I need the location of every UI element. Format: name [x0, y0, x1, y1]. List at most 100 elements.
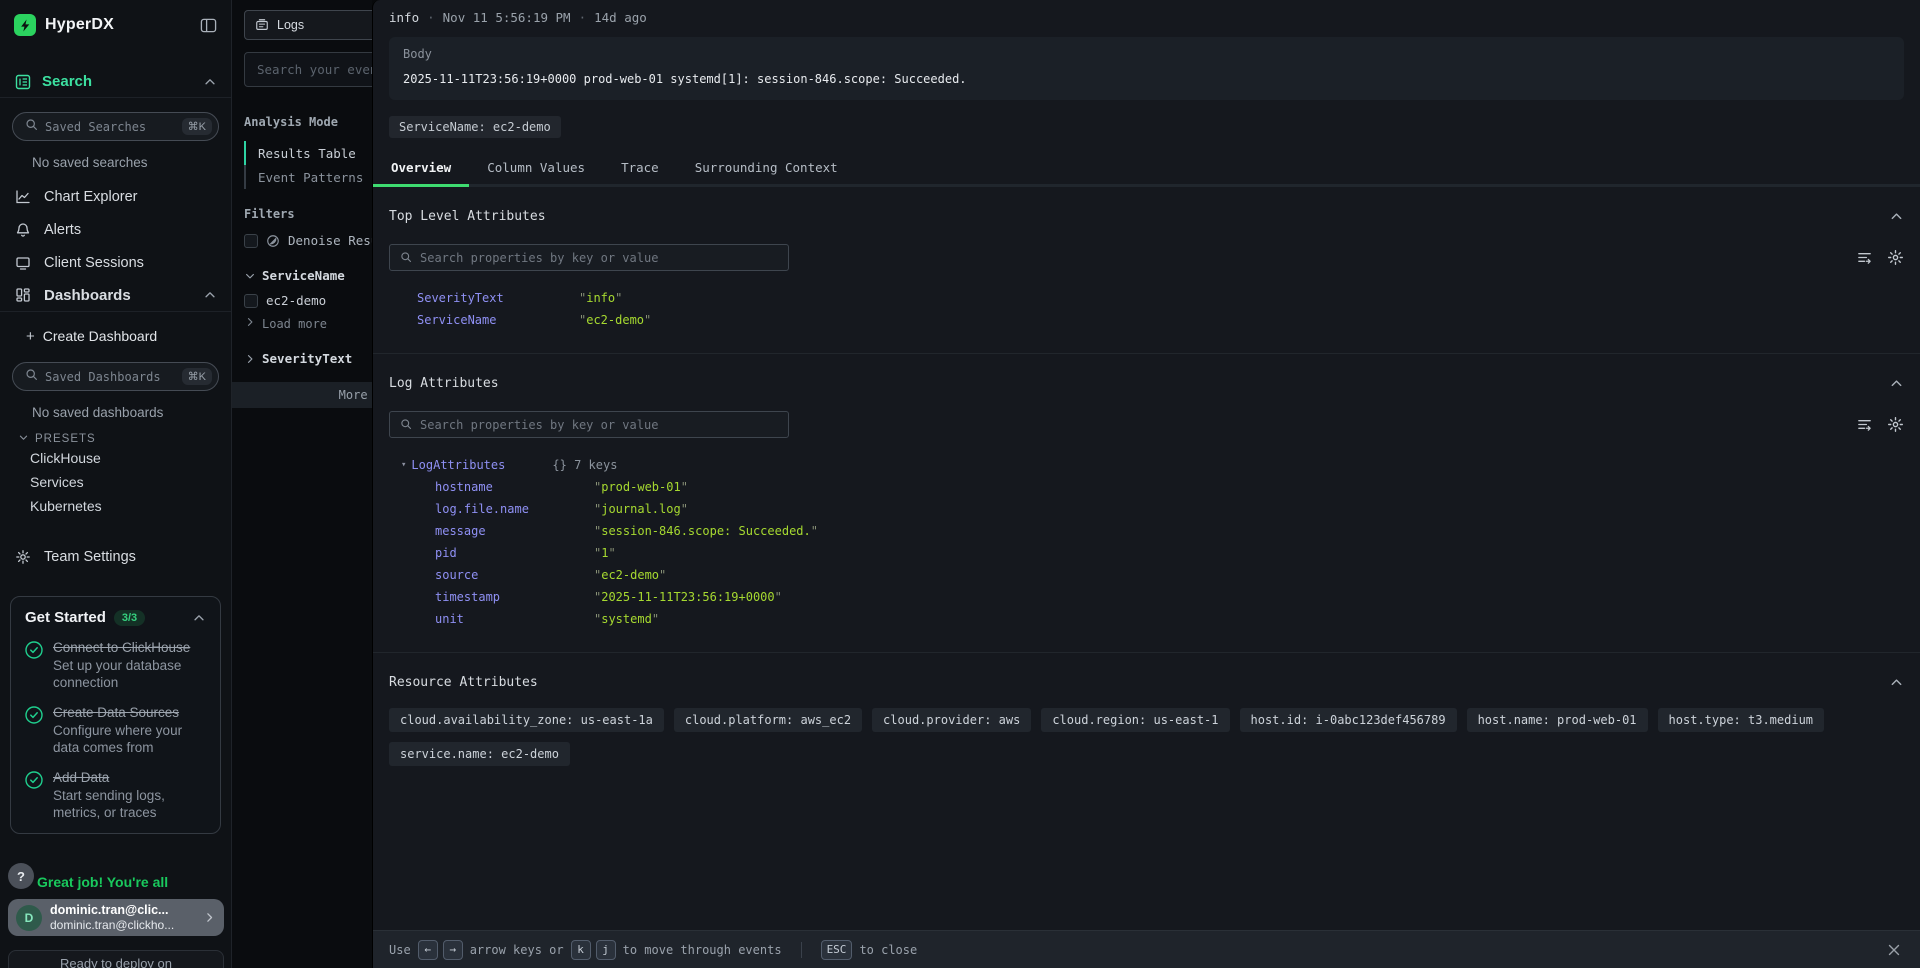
- attribute-row: source"ec2-demo": [435, 564, 1904, 586]
- sidebar-item-search[interactable]: Search: [0, 66, 231, 98]
- attribute-value[interactable]: "prod-web-01": [594, 480, 688, 494]
- attribute-key[interactable]: hostname: [435, 480, 594, 494]
- quote-mark: ": [659, 568, 666, 582]
- footer-separator: [801, 942, 802, 958]
- attribute-key[interactable]: source: [435, 568, 594, 582]
- facet-checkbox[interactable]: [244, 294, 258, 308]
- attribute-row: ServiceName"ec2-demo": [417, 309, 1904, 331]
- attribute-key[interactable]: LogAttributes: [411, 458, 552, 472]
- gear-icon[interactable]: [1887, 416, 1904, 433]
- attribute-key[interactable]: ServiceName: [417, 313, 579, 327]
- presets-toggle[interactable]: PRESETS: [18, 432, 231, 446]
- service-name-tag[interactable]: ServiceName: ec2-demo: [389, 116, 561, 138]
- event-tabs: OverviewColumn ValuesTraceSurrounding Co…: [373, 154, 1920, 187]
- sidebar-item-team-settings[interactable]: Team Settings: [0, 544, 231, 570]
- sidebar-item-client-sessions[interactable]: Client Sessions: [0, 246, 231, 279]
- property-search-input[interactable]: [420, 251, 778, 265]
- tab-column-values[interactable]: Column Values: [469, 154, 603, 184]
- chevron-up-icon[interactable]: [1889, 376, 1904, 391]
- resource-attribute-chip[interactable]: cloud.region: us-east-1: [1041, 708, 1229, 732]
- chevron-up-icon[interactable]: [1889, 209, 1904, 224]
- tab-overview[interactable]: Overview: [373, 154, 469, 184]
- get-started-item-title: Create Data Sources: [53, 704, 206, 721]
- footer-text: Use: [389, 943, 411, 957]
- attribute-key[interactable]: unit: [435, 612, 594, 626]
- attribute-row: unit"systemd": [435, 608, 1904, 630]
- attribute-value[interactable]: "1": [594, 546, 616, 560]
- property-search[interactable]: [389, 244, 789, 271]
- app-header: HyperDX: [0, 0, 231, 36]
- chevron-up-icon[interactable]: [192, 611, 206, 625]
- attribute-value[interactable]: "journal.log": [594, 502, 688, 516]
- resource-attribute-chip[interactable]: service.name: ec2-demo: [389, 742, 570, 766]
- denoise-checkbox[interactable]: [244, 234, 258, 248]
- attribute-value[interactable]: "systemd": [594, 612, 659, 626]
- sidebar-item-dashboards[interactable]: Dashboards: [0, 279, 231, 312]
- saved-searches-input[interactable]: ⌘K: [12, 112, 219, 141]
- preset-clickhouse[interactable]: ClickHouse: [30, 446, 231, 470]
- preset-kubernetes[interactable]: Kubernetes: [30, 494, 231, 518]
- facet-value-ec2-demo[interactable]: ec2-demo: [244, 293, 372, 308]
- saved-searches-field[interactable]: [45, 120, 175, 134]
- log-attributes-root-row: ▾ LogAttributes {} 7 keys: [401, 454, 1904, 476]
- analysis-mode-results-table[interactable]: Results Table: [244, 141, 372, 165]
- attribute-key[interactable]: SeverityText: [417, 291, 579, 305]
- resource-attribute-chip[interactable]: host.type: t3.medium: [1658, 708, 1825, 732]
- attribute-key[interactable]: timestamp: [435, 590, 594, 604]
- attribute-value-text: prod-web-01: [601, 480, 680, 494]
- sidebar-item-alerts[interactable]: Alerts: [0, 213, 231, 246]
- create-dashboard-button[interactable]: + Create Dashboard: [26, 324, 231, 348]
- filter-lines-icon[interactable]: [1856, 416, 1873, 433]
- attribute-key[interactable]: log.file.name: [435, 502, 594, 516]
- attribute-value[interactable]: "2025-11-11T23:56:19+0000": [594, 590, 782, 604]
- close-icon[interactable]: [1886, 942, 1902, 958]
- sidebar-item-label: Chart Explorer: [44, 189, 137, 205]
- preset-services[interactable]: Services: [30, 470, 231, 494]
- chevron-up-icon[interactable]: [1889, 675, 1904, 690]
- no-saved-searches-text: No saved searches: [32, 155, 231, 170]
- saved-dashboards-input[interactable]: ⌘K: [12, 362, 219, 391]
- attribute-value[interactable]: "session-846.scope: Succeeded.": [594, 524, 818, 538]
- tree-collapse-caret[interactable]: ▾: [401, 460, 406, 470]
- collapse-sidebar-icon[interactable]: [200, 17, 217, 34]
- attribute-row: timestamp"2025-11-11T23:56:19+0000": [435, 586, 1904, 608]
- help-button[interactable]: ?: [8, 863, 34, 889]
- attribute-key[interactable]: pid: [435, 546, 594, 560]
- saved-dashboards-field[interactable]: [45, 370, 175, 384]
- resource-attribute-chip[interactable]: cloud.provider: aws: [872, 708, 1031, 732]
- resource-attribute-chip[interactable]: host.name: prod-web-01: [1467, 708, 1648, 732]
- attribute-value[interactable]: "info": [579, 291, 622, 305]
- filter-lines-icon[interactable]: [1856, 249, 1873, 266]
- deploy-banner[interactable]: Ready to deploy on: [8, 950, 224, 968]
- search-list-icon: [14, 74, 32, 90]
- tab-trace[interactable]: Trace: [603, 154, 677, 184]
- body-text[interactable]: 2025-11-11T23:56:19+0000 prod-web-01 sys…: [403, 72, 1890, 86]
- attribute-value[interactable]: "ec2-demo": [594, 568, 666, 582]
- get-started-card: Get Started 3/3 Connect to ClickHouseSet…: [10, 596, 221, 834]
- property-search[interactable]: [389, 411, 789, 438]
- get-started-item-body: Add DataStart sending logs, metrics, or …: [53, 769, 206, 821]
- more-filters-button[interactable]: More filters: [232, 382, 372, 408]
- facet-toggle-severitytext[interactable]: SeverityText: [244, 351, 372, 366]
- tab-surrounding-context[interactable]: Surrounding Context: [677, 154, 856, 184]
- load-more-button[interactable]: Load more: [244, 316, 372, 331]
- attribute-row: log.file.name"journal.log": [435, 498, 1904, 520]
- user-menu[interactable]: D dominic.tran@clic... dominic.tran@clic…: [8, 899, 224, 936]
- denoise-results-toggle[interactable]: Denoise Results: [244, 233, 372, 248]
- source-select[interactable]: Logs: [244, 10, 372, 40]
- footer-text: to close: [859, 943, 917, 957]
- footer-text: to move through events: [623, 943, 782, 957]
- attribute-key[interactable]: message: [435, 524, 594, 538]
- get-started-progress-badge: 3/3: [114, 610, 145, 626]
- property-search-input[interactable]: [420, 418, 778, 432]
- attribute-row: SeverityText"info": [417, 287, 1904, 309]
- resource-attribute-chip[interactable]: cloud.platform: aws_ec2: [674, 708, 862, 732]
- event-search-input[interactable]: [244, 52, 372, 87]
- attribute-value[interactable]: "ec2-demo": [579, 313, 651, 327]
- sidebar-item-chart-explorer[interactable]: Chart Explorer: [0, 180, 231, 213]
- analysis-mode-event-patterns[interactable]: Event Patterns: [244, 165, 372, 189]
- resource-attribute-chip[interactable]: host.id: i-0abc123def456789: [1240, 708, 1457, 732]
- gear-icon[interactable]: [1887, 249, 1904, 266]
- resource-attribute-chip[interactable]: cloud.availability_zone: us-east-1a: [389, 708, 664, 732]
- facet-toggle-servicename[interactable]: ServiceName: [244, 268, 372, 283]
